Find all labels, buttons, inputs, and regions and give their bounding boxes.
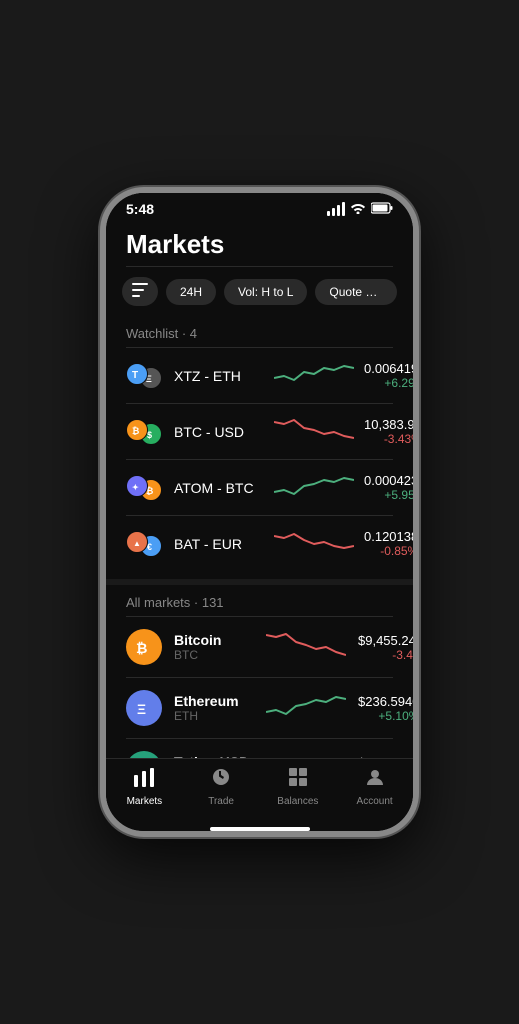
bat-eur-price-block: 0.120138 -0.85%: [364, 529, 413, 558]
atom-btc-change: +5.95%: [364, 488, 413, 502]
xtz-eth-price-block: 0.0064195 +6.29%: [364, 361, 413, 390]
filter-bar: 24H Vol: H to L Quote currency · Al: [106, 267, 413, 316]
all-markets-header: All markets · 131: [106, 585, 413, 616]
signal-icon: [327, 202, 345, 216]
balances-tab-label: Balances: [277, 796, 318, 807]
status-bar: 5:48: [106, 193, 413, 221]
content-area: Watchlist · 4 T Ξ XTZ - ETH: [106, 316, 413, 758]
xtz-eth-icons: T Ξ: [126, 363, 164, 389]
account-tab-label: Account: [357, 796, 393, 807]
24h-filter-button[interactable]: 24H: [166, 279, 216, 305]
markets-icon: [133, 767, 155, 793]
bitcoin-price-block: $9,455.2400 -3.43%: [358, 633, 413, 662]
ethereum-chart: [266, 688, 346, 728]
home-indicator: [210, 827, 310, 831]
svg-text:▲: ▲: [133, 539, 141, 548]
tab-markets[interactable]: Markets: [106, 767, 183, 807]
tab-trade[interactable]: Trade: [183, 767, 260, 807]
watchlist-row-bat-eur[interactable]: ▲ € BAT - EUR 0.120138 -0.85%: [106, 516, 413, 571]
watchlist-row-atom-btc[interactable]: ✦ ₿ ATOM - BTC 0.0004237 +5.95%: [106, 460, 413, 515]
btc-usd-change: -3.43%: [364, 432, 413, 446]
balances-icon: [288, 767, 308, 793]
atom-icon: ✦: [126, 475, 148, 497]
btc-usd-price-block: 10,383.90 -3.43%: [364, 417, 413, 446]
xtz-icon: T: [126, 363, 148, 385]
svg-text:T: T: [132, 370, 138, 380]
watchlist-row-btc-usd[interactable]: ₿ $ BTC - USD 10,383.90 -3.43%: [106, 404, 413, 459]
btc-usd-price: 10,383.90: [364, 417, 413, 432]
tether-logo: ₮: [126, 751, 162, 758]
btc-icon: ₿: [126, 419, 148, 441]
xtz-eth-price: 0.0064195: [364, 361, 413, 376]
tab-bar: Markets Trade: [106, 758, 413, 823]
markets-tab-label: Markets: [127, 796, 163, 807]
ethereum-price: $236.5940: [358, 694, 413, 709]
bitcoin-chart: [266, 627, 346, 667]
battery-icon: [371, 202, 393, 217]
vol-filter-button[interactable]: Vol: H to L: [224, 279, 307, 305]
svg-text:₿: ₿: [132, 426, 139, 436]
bitcoin-change: -3.43%: [358, 648, 413, 662]
quote-currency-button[interactable]: Quote currency · Al: [315, 279, 397, 305]
atom-btc-chart: [274, 470, 354, 505]
trade-icon: [211, 767, 231, 793]
status-time: 5:48: [126, 201, 154, 217]
xtz-eth-change: +6.29%: [364, 376, 413, 390]
svg-text:Ξ: Ξ: [137, 701, 146, 717]
tab-account[interactable]: Account: [336, 767, 413, 807]
tether-chart: [266, 749, 346, 758]
all-markets-row-btc[interactable]: ₿ Bitcoin BTC $9,455.2400 -3.43%: [106, 617, 413, 677]
ethereum-symbol: ETH: [174, 709, 254, 723]
wifi-icon: [350, 202, 366, 217]
ethereum-logo: Ξ: [126, 690, 162, 726]
xtz-eth-chart: [274, 358, 354, 393]
bat-eur-icons: ▲ €: [126, 531, 164, 557]
ethereum-change: +5.10%: [358, 709, 413, 723]
all-markets-row-usdt[interactable]: ₮ Tether USD USDT $1.0002 +0.02%: [106, 739, 413, 758]
svg-text:✦: ✦: [132, 483, 139, 492]
ethereum-info: Ethereum ETH: [174, 693, 254, 723]
svg-text:₿: ₿: [136, 640, 147, 656]
page-title: Markets: [126, 229, 393, 260]
ethereum-name: Ethereum: [174, 693, 254, 709]
atom-btc-price-block: 0.0004237 +5.95%: [364, 473, 413, 502]
tab-balances[interactable]: Balances: [260, 767, 337, 807]
bat-eur-chart: [274, 526, 354, 561]
watchlist-header: Watchlist · 4: [106, 316, 413, 347]
bat-icon: ▲: [126, 531, 148, 553]
bitcoin-symbol: BTC: [174, 648, 254, 662]
bitcoin-logo: ₿: [126, 629, 162, 665]
filter-icon-button[interactable]: [122, 277, 158, 306]
bitcoin-info: Bitcoin BTC: [174, 632, 254, 662]
page-header: Markets: [106, 221, 413, 266]
atom-btc-icons: ✦ ₿: [126, 475, 164, 501]
all-markets-row-eth[interactable]: Ξ Ethereum ETH $236.5940 +5.10%: [106, 678, 413, 738]
bat-eur-price: 0.120138: [364, 529, 413, 544]
status-icons: [327, 202, 393, 217]
bat-eur-change: -0.85%: [364, 544, 413, 558]
trade-tab-label: Trade: [208, 796, 234, 807]
atom-btc-price: 0.0004237: [364, 473, 413, 488]
account-icon: [365, 767, 385, 793]
ethereum-price-block: $236.5940 +5.10%: [358, 694, 413, 723]
btc-usd-pair: BTC - USD: [174, 424, 264, 440]
bitcoin-name: Bitcoin: [174, 632, 254, 648]
btc-usd-chart: [274, 414, 354, 449]
watchlist-row-xtz-eth[interactable]: T Ξ XTZ - ETH 0.0064195 +6.29%: [106, 348, 413, 403]
atom-btc-pair: ATOM - BTC: [174, 480, 264, 496]
xtz-eth-pair: XTZ - ETH: [174, 368, 264, 384]
bitcoin-price: $9,455.2400: [358, 633, 413, 648]
btc-usd-icons: ₿ $: [126, 419, 164, 445]
bat-eur-pair: BAT - EUR: [174, 536, 264, 552]
